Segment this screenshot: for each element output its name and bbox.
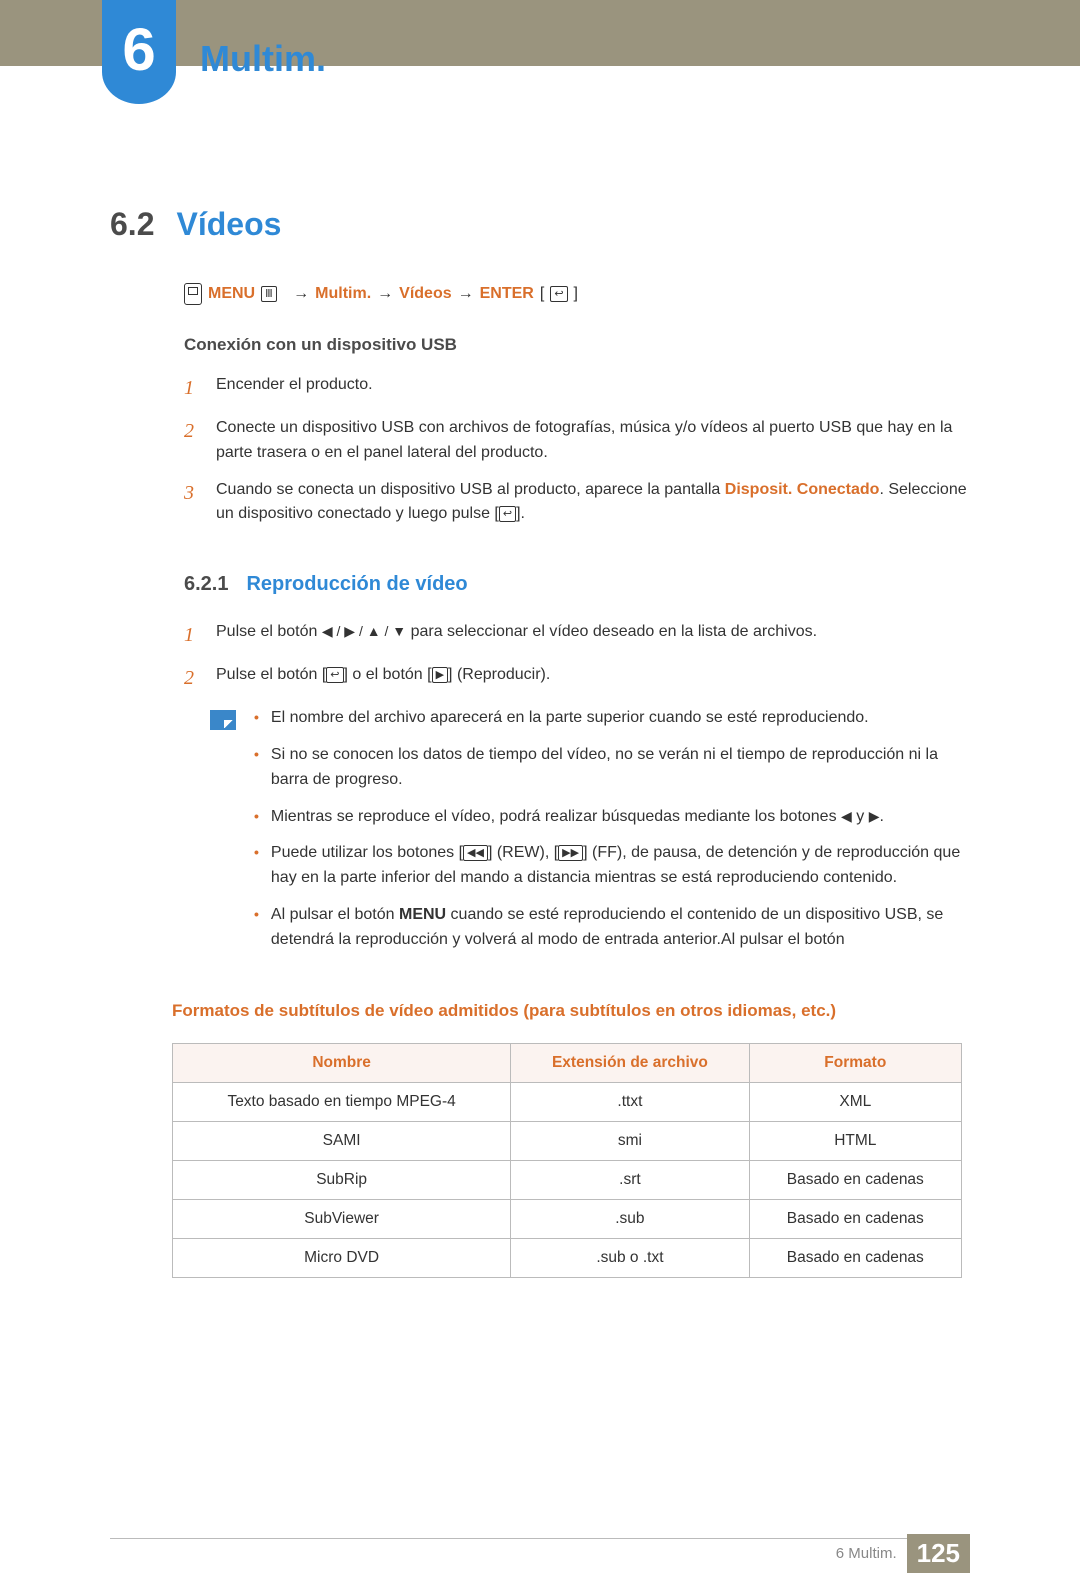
play-step-1: 1 Pulse el botón ◀ / ▶ / ▲ / ▼ para sele… (184, 620, 970, 651)
menupath-enter: ENTER (480, 285, 534, 303)
th-name: Nombre (173, 1043, 511, 1082)
table-row: Texto basado en tiempo MPEG-4 .ttxt XML (173, 1082, 962, 1121)
sub1-steps: 1 Encender el producto. 2 Conecte un dis… (184, 373, 970, 527)
page-top-band: 6 (0, 0, 1080, 66)
step-2-text: Conecte un dispositivo USB con archivos … (216, 416, 970, 466)
note-1: El nombre del archivo aparecerá en la pa… (254, 706, 970, 731)
note-icon (210, 710, 236, 730)
enter-icon-2: ↩ (499, 506, 516, 522)
page-footer: 6 Multim. 125 (0, 1538, 1080, 1582)
menupath-p1: Multim. (315, 285, 371, 303)
step-1: 1 Encender el producto. (184, 373, 970, 404)
subtitle-format-table: Nombre Extensión de archivo Formato Text… (172, 1043, 962, 1278)
note-block: El nombre del archivo aparecerá en la pa… (210, 706, 970, 964)
page-body: 6.2 Vídeos MENU Ⅲ → Multim. → Vídeos → E… (0, 206, 1080, 1278)
section-title: Vídeos (176, 206, 281, 243)
menupath-menu: MENU (208, 285, 255, 303)
chapter-number: 6 (102, 0, 176, 100)
table-caption: Formatos de subtítulos de vídeo admitido… (172, 1001, 970, 1021)
menupath-p2: Vídeos (399, 285, 451, 303)
step-1-text: Encender el producto. (216, 373, 373, 404)
footer-chapter: 6 Multim. (836, 1545, 897, 1562)
play-icon: ▶ (432, 667, 448, 683)
sub2-title: Reproducción de vídeo (246, 573, 467, 596)
sub1-heading: Conexión con un dispositivo USB (184, 335, 970, 355)
left-arrow-icon: ◀ (841, 808, 852, 824)
table-row: SubRip .srt Basado en cadenas (173, 1160, 962, 1199)
note-list: El nombre del archivo aparecerá en la pa… (254, 706, 970, 964)
sub2-num: 6.2.1 (184, 573, 228, 596)
menu-path: MENU Ⅲ → Multim. → Vídeos → ENTER[↩] (184, 283, 970, 305)
step-3: 3 Cuando se conecta un dispositivo USB a… (184, 478, 970, 528)
note-3: Mientras se reproduce el vídeo, podrá re… (254, 805, 970, 830)
chapter-badge: 6 (102, 0, 176, 104)
nav-arrows-icon: ◀ / ▶ / ▲ / ▼ (322, 623, 406, 639)
note-2: Si no se conocen los datos de tiempo del… (254, 743, 970, 793)
right-arrow-icon: ▶ (869, 808, 880, 824)
remote-icon (184, 283, 202, 305)
rewind-icon: ◀◀ (463, 845, 488, 861)
sub2-steps: 1 Pulse el botón ◀ / ▶ / ▲ / ▼ para sele… (184, 620, 970, 694)
section-heading: 6.2 Vídeos (110, 206, 970, 243)
footer-page-number: 125 (907, 1534, 970, 1573)
enter-icon: ↩ (550, 286, 567, 302)
step-3-text: Cuando se conecta un dispositivo USB al … (216, 478, 970, 528)
device-connected-label: Disposit. Conectado (725, 481, 880, 498)
step-2: 2 Conecte un dispositivo USB con archivo… (184, 416, 970, 466)
arrow-2: → (377, 285, 393, 303)
sub2-heading: 6.2.1 Reproducción de vídeo (184, 573, 970, 596)
menu-grid-icon: Ⅲ (261, 286, 277, 302)
table-row: SubViewer .sub Basado en cadenas (173, 1199, 962, 1238)
section-number: 6.2 (110, 206, 154, 243)
arrow-3: → (458, 285, 474, 303)
table-row: Micro DVD .sub o .txt Basado en cadenas (173, 1238, 962, 1277)
arrow-1: → (293, 285, 309, 303)
play-step-2: 2 Pulse el botón [↩] o el botón [▶] (Rep… (184, 663, 970, 694)
note-4: Puede utilizar los botones [◀◀] (REW), [… (254, 841, 970, 891)
th-ext: Extensión de archivo (511, 1043, 749, 1082)
chapter-title: Multim. (200, 38, 326, 80)
th-format: Formato (749, 1043, 961, 1082)
fastforward-icon: ▶▶ (558, 845, 583, 861)
note-5: Al pulsar el botón MENU cuando se esté r… (254, 903, 970, 953)
enter-icon-3: ↩ (326, 667, 343, 683)
table-row: SAMI smi HTML (173, 1121, 962, 1160)
menu-bold: MENU (399, 906, 446, 923)
